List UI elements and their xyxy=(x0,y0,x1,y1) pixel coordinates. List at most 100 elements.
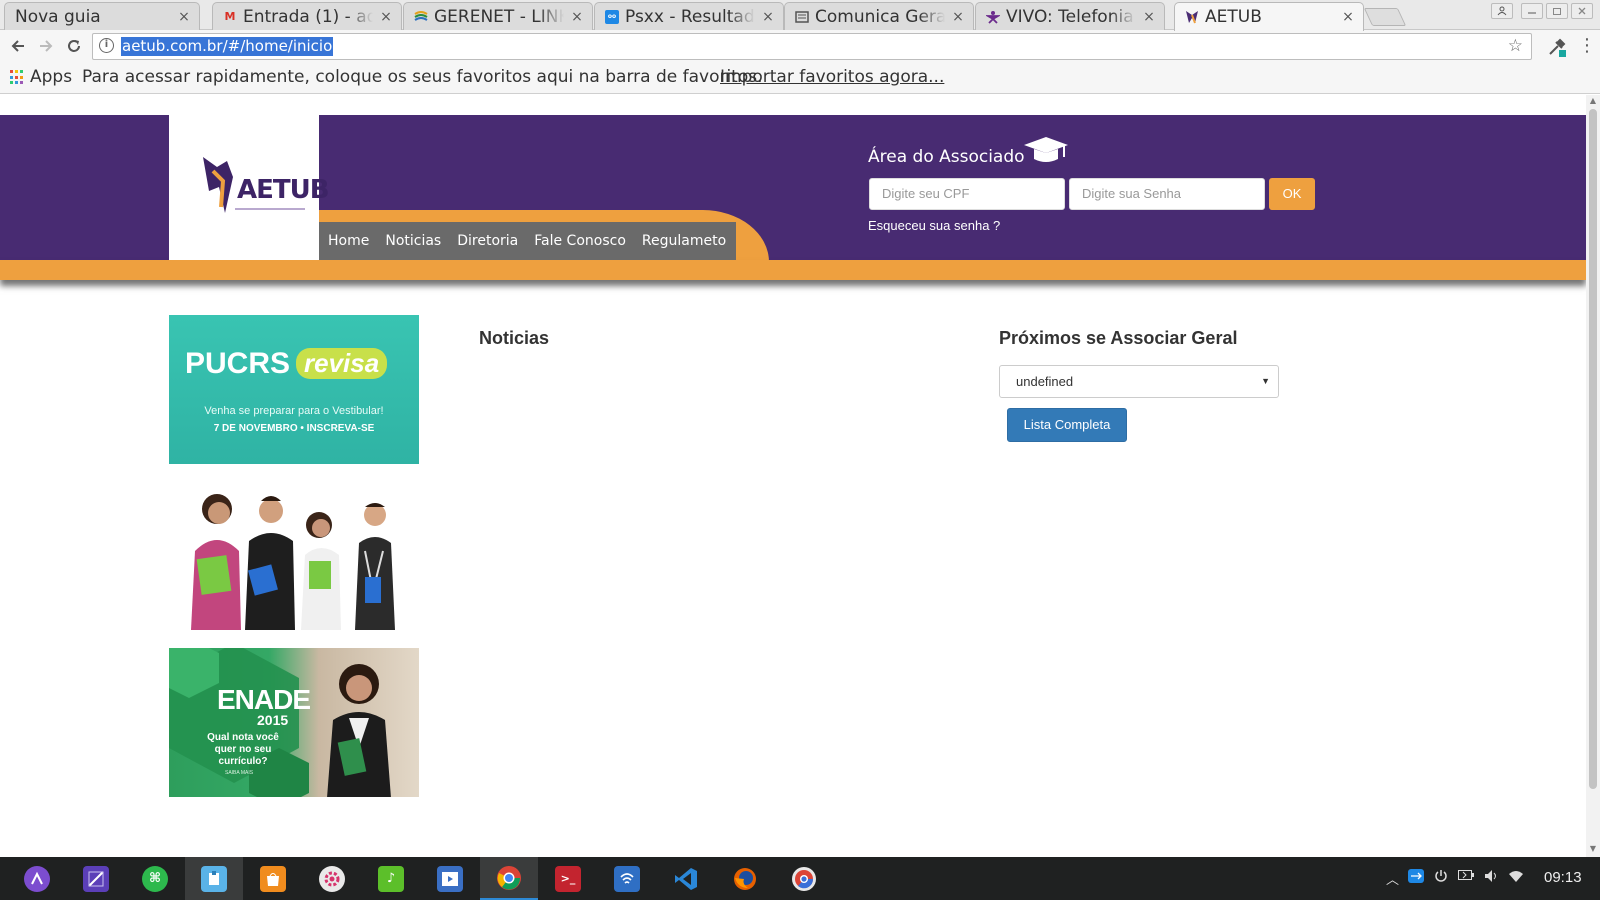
tray-up-icon[interactable]: ︿ xyxy=(1386,869,1399,888)
forgot-password-link[interactable]: Esqueceu sua senha ? xyxy=(868,218,1000,233)
chrome-icon[interactable] xyxy=(480,857,538,900)
site-logo[interactable]: AETUB xyxy=(169,115,330,260)
window-close-icon[interactable] xyxy=(1571,3,1593,19)
vscode-icon[interactable] xyxy=(657,857,715,900)
pucrs-revisa-banner[interactable]: PUCRS revisa Venha se preparar para o Ve… xyxy=(169,315,419,464)
logo-text: AETUB xyxy=(237,175,330,205)
close-icon[interactable]: × xyxy=(951,9,965,25)
close-icon[interactable]: × xyxy=(761,9,775,25)
video-icon[interactable] xyxy=(421,857,479,900)
teamviewer-icon[interactable] xyxy=(1408,869,1424,887)
cpf-input[interactable]: Digite seu CPF xyxy=(869,178,1065,210)
taskbar: ⌘ ♪ >_ ︿ 09:13 xyxy=(0,857,1600,900)
tab-title: Entrada (1) - admin xyxy=(243,6,373,27)
star-icon[interactable]: ☆ xyxy=(1508,36,1523,56)
power-icon[interactable] xyxy=(1434,869,1448,887)
terminal-icon[interactable]: >_ xyxy=(539,857,597,900)
address-bar[interactable]: i aetub.com.br/#/home/inicio ☆ xyxy=(92,33,1532,60)
pucrs-line-2: 7 DE NOVEMBRO • INSCREVA-SE xyxy=(213,423,375,434)
battery-icon[interactable] xyxy=(1458,869,1474,885)
tab-title: GERENET - LINKF xyxy=(434,6,564,27)
psxx-icon: oo xyxy=(605,9,619,24)
gmail-icon: M xyxy=(224,10,236,23)
eyedropper-extension-icon[interactable] xyxy=(1546,36,1568,58)
profile-icon[interactable] xyxy=(1491,3,1513,19)
reload-icon[interactable] xyxy=(62,34,86,58)
pucrs-tag: revisa xyxy=(296,348,388,379)
launcher-icon[interactable] xyxy=(8,857,66,900)
apps-link[interactable]: Apps xyxy=(30,67,72,87)
tab-strip: Nova guia × M Entrada (1) - admin × GERE… xyxy=(0,0,1600,31)
associates-select[interactable]: undefined ▼ xyxy=(999,365,1279,398)
students-photo xyxy=(191,494,395,630)
login-ok-button[interactable]: OK xyxy=(1269,178,1315,210)
tab-nova-guia[interactable]: Nova guia × xyxy=(4,2,200,30)
student-photo xyxy=(327,664,391,797)
close-icon[interactable]: × xyxy=(379,9,393,25)
menu-icon[interactable]: ⋮ xyxy=(1578,36,1596,56)
forward-icon[interactable] xyxy=(34,34,58,58)
scroll-thumb[interactable] xyxy=(1589,109,1597,789)
store-icon[interactable] xyxy=(244,857,302,900)
settings-icon[interactable] xyxy=(303,857,361,900)
clock[interactable]: 09:13 xyxy=(1544,869,1582,886)
scroll-down-icon[interactable]: ▼ xyxy=(1586,844,1600,856)
page-viewport: AETUB Home Noticias Diretoria Fale Conos… xyxy=(0,95,1600,857)
apps-icon[interactable] xyxy=(10,70,25,85)
maximize-icon[interactable] xyxy=(1546,3,1568,19)
terminal-green-icon[interactable]: ⌘ xyxy=(126,857,184,900)
enade-2015-banner[interactable]: ENADE 2015 Qual nota você quer no seu cu… xyxy=(169,648,419,797)
firefox-icon[interactable] xyxy=(716,857,774,900)
nav-fale-conosco[interactable]: Fale Conosco xyxy=(534,233,626,249)
enade-question: Qual nota você quer no seu currículo? xyxy=(207,732,279,767)
students-banner[interactable] xyxy=(169,481,419,630)
url-text[interactable]: aetub.com.br/#/home/inicio xyxy=(121,37,334,56)
vertical-scrollbar[interactable]: ▲ ▼ xyxy=(1586,95,1600,857)
tab-title: Nova guia xyxy=(15,6,101,27)
vivo-icon xyxy=(986,10,1000,24)
tab-gerenet[interactable]: GERENET - LINKF × xyxy=(403,2,593,30)
pucrs-line-1: Venha se preparar para o Vestibular! xyxy=(204,405,384,417)
tab-comunica[interactable]: Comunica Geral × xyxy=(784,2,974,30)
logo-tagline xyxy=(235,208,305,210)
tab-psxx[interactable]: oo Psxx - Resultado × xyxy=(594,2,784,30)
files-icon[interactable] xyxy=(185,857,243,900)
info-icon[interactable]: i xyxy=(99,38,114,53)
nav-regulamento[interactable]: Regulameto xyxy=(642,233,726,249)
password-input[interactable]: Digite sua Senha xyxy=(1069,178,1265,210)
close-icon[interactable]: × xyxy=(177,9,191,25)
new-tab-button[interactable] xyxy=(1363,8,1407,26)
network-icon[interactable] xyxy=(598,857,656,900)
browser-toolbar: i aetub.com.br/#/home/inicio ☆ ⋮ xyxy=(0,30,1600,62)
full-list-button[interactable]: Lista Completa xyxy=(1007,408,1127,442)
tab-aetub[interactable]: AETUB × xyxy=(1174,2,1364,31)
caret-down-icon: ▼ xyxy=(1261,376,1270,386)
enade-year: 2015 xyxy=(257,712,289,728)
tab-title: AETUB xyxy=(1205,7,1262,27)
bookmarks-hint: Para acessar rapidamente, coloque os seu… xyxy=(82,67,763,87)
gerenet-icon xyxy=(414,10,428,24)
tab-title: Comunica Geral xyxy=(815,6,945,27)
chromium-icon[interactable] xyxy=(775,857,833,900)
graduation-cap-icon xyxy=(1024,137,1068,162)
scroll-up-icon[interactable]: ▲ xyxy=(1586,96,1600,108)
nav-home[interactable]: Home xyxy=(328,233,369,249)
tab-gmail[interactable]: M Entrada (1) - admin × xyxy=(212,2,402,30)
news-title: Noticias xyxy=(479,328,550,348)
close-icon[interactable]: × xyxy=(1341,9,1355,25)
tab-vivo[interactable]: VIVO: Telefonia m × xyxy=(975,2,1165,30)
screenshot-icon[interactable] xyxy=(67,857,125,900)
volume-icon[interactable] xyxy=(1484,869,1498,887)
nav-noticias[interactable]: Noticias xyxy=(385,233,441,249)
nav-diretoria[interactable]: Diretoria xyxy=(457,233,518,249)
music-icon[interactable]: ♪ xyxy=(362,857,420,900)
main-nav: Home Noticias Diretoria Fale Conosco Reg… xyxy=(319,222,737,260)
close-icon[interactable]: × xyxy=(570,9,584,25)
minimize-icon[interactable] xyxy=(1521,3,1543,19)
wifi-icon[interactable] xyxy=(1508,869,1524,887)
back-icon[interactable] xyxy=(6,34,30,58)
close-icon[interactable]: × xyxy=(1142,9,1156,25)
pucrs-head: PUCRS xyxy=(185,347,291,380)
import-bookmarks-link[interactable]: Importar favoritos agora... xyxy=(720,67,944,87)
header-accent-bar xyxy=(0,260,1586,280)
